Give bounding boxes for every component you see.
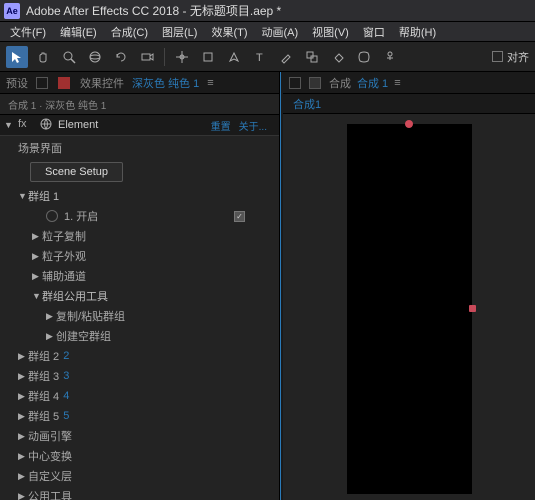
comp-canvas[interactable]	[347, 124, 472, 494]
scene-interface-label: 场景界面	[18, 140, 62, 156]
group3-label: 群组 3	[28, 368, 59, 384]
copy-paste-label: 复制/粘贴群组	[56, 308, 125, 324]
effect-params-list: 场景界面 Scene Setup ▼群组 1 1. 开启✓ ▶粒子复制 ▶粒子外…	[0, 136, 279, 500]
active-comp-link[interactable]: 合成 1	[357, 75, 388, 91]
fx-target-link[interactable]: 深灰色 纯色 1	[132, 75, 199, 91]
aux-channel-label: 辅助通道	[42, 268, 86, 284]
menu-effect[interactable]: 效果(T)	[205, 22, 253, 42]
twirl-right-icon[interactable]: ▶	[46, 331, 56, 342]
toolbar-separator	[164, 48, 165, 66]
roto-tool-icon[interactable]	[353, 46, 375, 68]
svg-text:T: T	[256, 52, 263, 64]
preset-label: 预设	[6, 75, 28, 91]
rect-tool-icon[interactable]	[197, 46, 219, 68]
comp-panel-label: 合成	[329, 75, 351, 91]
particle-look-label: 粒子外观	[42, 248, 86, 264]
puppet-tool-icon[interactable]	[379, 46, 401, 68]
menu-window[interactable]: 窗口	[357, 22, 391, 42]
twirl-right-icon[interactable]: ▶	[46, 311, 56, 322]
eraser-tool-icon[interactable]	[327, 46, 349, 68]
composition-viewer[interactable]	[283, 114, 535, 500]
create-null-label: 创建空群组	[56, 328, 111, 344]
menu-layer[interactable]: 图层(L)	[156, 22, 203, 42]
twirl-right-icon[interactable]: ▶	[18, 431, 28, 442]
zoom-tool-icon[interactable]	[58, 46, 80, 68]
panel-menu-icon[interactable]	[36, 77, 48, 89]
panel-close-icon[interactable]	[58, 77, 70, 89]
twirl-right-icon[interactable]: ▶	[18, 471, 28, 482]
menu-help[interactable]: 帮助(H)	[393, 22, 442, 42]
panel-layout-icon[interactable]	[309, 77, 321, 89]
pen-tool-icon[interactable]	[223, 46, 245, 68]
effect-header: ▼ fx Element 重置 关于...	[0, 114, 279, 136]
clone-tool-icon[interactable]	[301, 46, 323, 68]
effect-controls-panel: 预设 效果控件 深灰色 纯色 1 ≡ 合成 1 · 深灰色 纯色 1 ▼ fx …	[0, 72, 280, 500]
custom-layer-label: 自定义层	[28, 468, 72, 484]
group4-label: 群组 4	[28, 388, 59, 404]
app-logo-icon: Ae	[4, 3, 20, 19]
group1-label: 群组 1	[28, 188, 59, 204]
twirl-right-icon[interactable]: ▶	[18, 371, 28, 382]
orbit-tool-icon[interactable]	[84, 46, 106, 68]
group2-label: 群组 2	[28, 348, 59, 364]
twirl-right-icon[interactable]: ▶	[18, 411, 28, 422]
fx-badge-icon: fx	[18, 118, 32, 132]
menu-edit[interactable]: 编辑(E)	[54, 22, 103, 42]
selection-tool-icon[interactable]	[6, 46, 28, 68]
align-label: 对齐	[507, 49, 529, 65]
menu-view[interactable]: 视图(V)	[306, 22, 355, 42]
center-transform-label: 中心变换	[28, 448, 72, 464]
window-title: Adobe After Effects CC 2018 - 无标题项目.aep …	[26, 2, 281, 19]
fx-controls-label: 效果控件	[80, 75, 124, 91]
menu-composition[interactable]: 合成(C)	[105, 22, 154, 42]
util-tools-label: 公用工具	[28, 488, 72, 500]
twirl-right-icon[interactable]: ▶	[32, 271, 42, 282]
panel-menu-icon[interactable]	[289, 77, 301, 89]
twirl-down-icon[interactable]: ▼	[18, 191, 28, 201]
enable-checkbox[interactable]: ✓	[234, 211, 245, 222]
snap-checkbox[interactable]	[492, 51, 503, 62]
menu-animation[interactable]: 动画(A)	[256, 22, 305, 42]
brush-tool-icon[interactable]	[275, 46, 297, 68]
menu-file[interactable]: 文件(F)	[4, 22, 52, 42]
twirl-right-icon[interactable]: ▶	[18, 451, 28, 462]
text-tool-icon[interactable]: T	[249, 46, 271, 68]
tool-toolbar: T 对齐	[0, 42, 535, 72]
twirl-down-icon[interactable]: ▼	[4, 120, 14, 130]
group-tools-label: 群组公用工具	[42, 288, 108, 304]
anchor-tool-icon[interactable]	[171, 46, 193, 68]
anim-engine-label: 动画引擎	[28, 428, 72, 444]
twirl-right-icon[interactable]: ▶	[32, 251, 42, 262]
plugin-name: Element	[58, 119, 211, 131]
group5-label: 群组 5	[28, 408, 59, 424]
stopwatch-icon[interactable]	[46, 210, 58, 222]
comp-tab[interactable]: 合成1	[293, 96, 321, 112]
twirl-right-icon[interactable]: ▶	[18, 491, 28, 500]
fx-globe-icon[interactable]	[40, 118, 54, 132]
twirl-right-icon[interactable]: ▶	[32, 231, 42, 242]
window-titlebar: Ae Adobe After Effects CC 2018 - 无标题项目.a…	[0, 0, 535, 22]
twirl-down-icon[interactable]: ▼	[32, 291, 42, 301]
transform-handle-right[interactable]	[469, 305, 476, 312]
scene-setup-button[interactable]: Scene Setup	[30, 162, 123, 182]
twirl-right-icon[interactable]: ▶	[18, 391, 28, 402]
twirl-right-icon[interactable]: ▶	[18, 351, 28, 362]
transform-handle-top[interactable]	[405, 120, 413, 128]
composition-panel: 合成 合成 1 ≡ 合成1	[283, 72, 535, 500]
rotate-tool-icon[interactable]	[110, 46, 132, 68]
camera-tool-icon[interactable]	[136, 46, 158, 68]
main-menubar: 文件(F) 编辑(E) 合成(C) 图层(L) 效果(T) 动画(A) 视图(V…	[0, 22, 535, 42]
hand-tool-icon[interactable]	[32, 46, 54, 68]
panel-breadcrumb: 合成 1 · 深灰色 纯色 1	[0, 94, 279, 114]
enable-label: 1. 开启	[64, 208, 98, 224]
reset-link[interactable]: 重置	[211, 118, 231, 133]
particle-copy-label: 粒子复制	[42, 228, 86, 244]
about-link[interactable]: 关于...	[239, 118, 267, 133]
